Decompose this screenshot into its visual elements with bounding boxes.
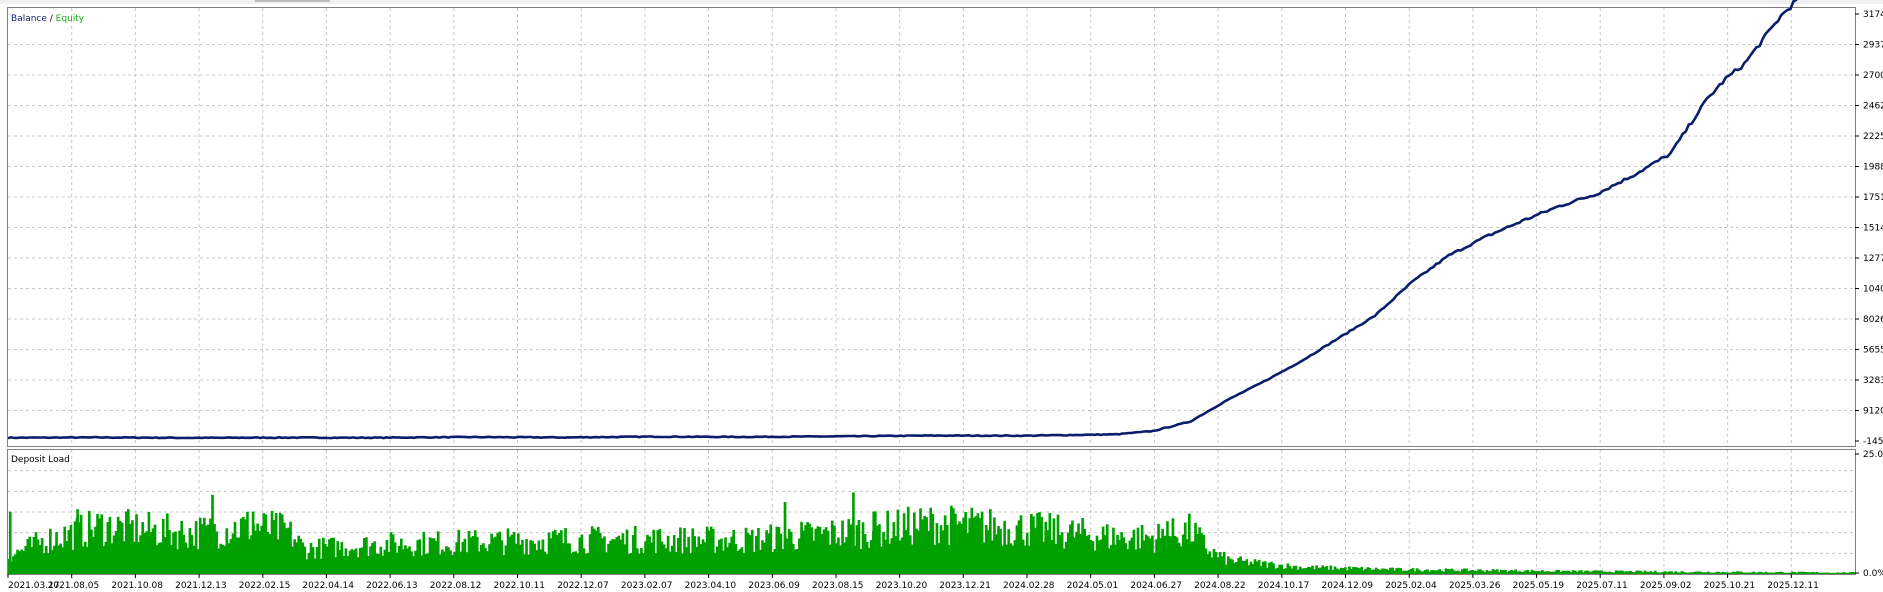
x-tick-label: 2024.06.27 (1130, 581, 1182, 591)
y-tick-label: 17518 (1863, 193, 1883, 203)
deposit-load-bar (76, 509, 79, 574)
x-tick-label: 2025.10.21 (1704, 581, 1756, 591)
y-tick-label: 80260 (1863, 315, 1883, 325)
y-tick-label: 22259 (1863, 132, 1883, 142)
x-tick-label: 2023.10.20 (876, 581, 928, 591)
x-tick-label: 2022.08.12 (430, 581, 482, 591)
deposit-load-bar (872, 511, 876, 574)
legend-equity: Equity (56, 14, 85, 24)
x-tick-label: 2024.08.22 (1194, 581, 1246, 591)
y-tick-label: 29370 (1863, 41, 1883, 51)
deposit-load-y-axis: 25.0 0.0% (1855, 450, 1883, 579)
deposit-load-bar (783, 502, 787, 574)
x-tick-label: 2023.06.09 (748, 581, 800, 591)
chart-canvas: 31741 29370 27000 24629 22259 19888 17518 15147… (7, 0, 1883, 591)
y-tick-label: 24629 (1863, 102, 1883, 112)
x-tick-label: 2024.10.17 (1258, 581, 1310, 591)
legend-balance: Balance (11, 14, 47, 24)
y-tick-label: 0.0% (1863, 569, 1883, 579)
x-tick-label: 2024.02.28 (1003, 581, 1055, 591)
x-tick-label: 2023.02.07 (621, 581, 673, 591)
x-tick-label: 2022.10.11 (494, 581, 546, 591)
x-tick-label: 2025.12.11 (1767, 581, 1819, 591)
y-tick-label: 32831 (1863, 376, 1883, 386)
deposit-load-bar (211, 494, 214, 574)
x-tick-label: 2025.07.11 (1576, 581, 1628, 591)
y-tick-label: 10406 (1863, 285, 1883, 295)
x-tick-label: 2024.05.01 (1067, 581, 1119, 591)
y-tick-label: 31741 (1863, 10, 1883, 20)
x-tick-label: 2023.08.15 (812, 581, 864, 591)
deposit-load-bar (1166, 521, 1169, 574)
x-tick-label: 2021.10.08 (111, 581, 163, 591)
y-tick-label: 27000 (1863, 71, 1883, 81)
deposit-load-bar (8, 511, 12, 574)
x-tick-label: 2023.04.10 (685, 581, 737, 591)
x-tick-label: 2021.08.05 (48, 581, 100, 591)
deposit-load-title: Deposit Load (11, 455, 70, 465)
x-tick-label: 2025.03.26 (1449, 581, 1501, 591)
y-tick-label: 56556 (1863, 346, 1883, 356)
y-tick-label: -145 (1863, 437, 1883, 447)
y-tick-label: 15147 (1863, 224, 1883, 234)
x-tick-label: 2025.05.19 (1513, 581, 1565, 591)
legend: Balance / Equity (11, 14, 85, 24)
equity-panel-y-axis: 31741 29370 27000 24629 22259 19888 17518 15147… (1855, 10, 1883, 447)
x-tick-label: 2022.12.07 (557, 581, 609, 591)
legend-separator: / (47, 14, 56, 24)
x-tick-label: 2022.02.15 (239, 581, 291, 591)
y-tick-label: 12777 (1863, 254, 1883, 264)
x-tick-label: 2024.12.09 (1322, 581, 1374, 591)
y-tick-label: 9120 (1863, 407, 1883, 417)
x-axis: 2021.03.172021.08.05 2021.10.08 2021.12.13… (7, 574, 1819, 591)
x-tick-label: 2023.12.21 (939, 581, 991, 591)
deposit-load-bar (251, 511, 255, 574)
x-tick-label: 2025.09.02 (1640, 581, 1692, 591)
x-tick-label: 2022.04.14 (302, 581, 354, 591)
x-tick-label: 2021.12.13 (175, 581, 227, 591)
deposit-load-bar (852, 492, 855, 574)
y-tick-label: 25.0 (1863, 450, 1883, 460)
y-tick-label: 19888 (1863, 163, 1883, 173)
x-tick-label: 2025.02.04 (1385, 581, 1437, 591)
x-tick-label: 2022.06.13 (366, 581, 418, 591)
